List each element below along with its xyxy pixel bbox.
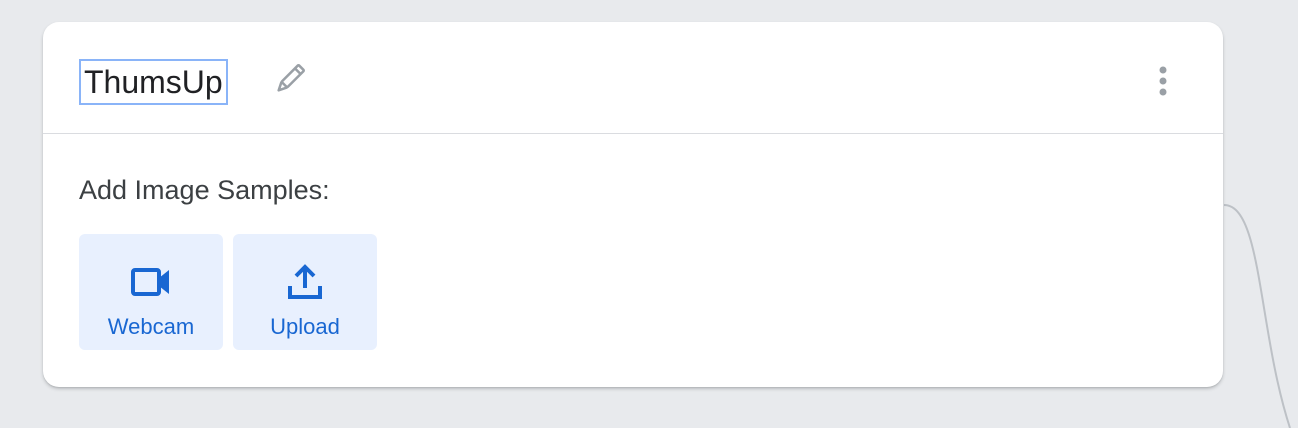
- upload-icon: [283, 260, 327, 304]
- upload-label: Upload: [270, 314, 340, 339]
- card-header: ThumsUp: [43, 22, 1223, 134]
- add-samples-label: Add Image Samples:: [79, 175, 330, 205]
- class-name-field[interactable]: ThumsUp: [79, 59, 228, 105]
- webcam-label: Webcam: [107, 314, 195, 339]
- webcam-button[interactable]: Webcam: [79, 234, 223, 350]
- pencil-icon[interactable]: [270, 59, 310, 99]
- more-vert-icon[interactable]: [1143, 62, 1183, 102]
- upload-button[interactable]: Upload: [233, 234, 377, 350]
- class-card: ThumsUp Add Image Samples: Webcam Upload: [43, 22, 1223, 387]
- videocam-icon: [129, 260, 173, 304]
